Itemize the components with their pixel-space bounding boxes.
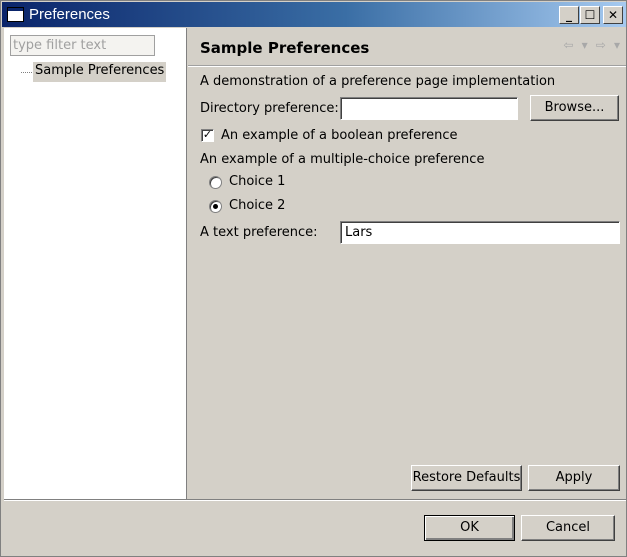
window-icon (7, 7, 24, 22)
forward-menu-icon[interactable]: ▾ (614, 38, 620, 52)
title-bar[interactable]: Preferences _ ☐ ✕ (2, 2, 626, 27)
multiple-choice-label: An example of a multiple-choice preferen… (200, 152, 485, 167)
boolean-label: An example of a boolean preference (221, 128, 458, 143)
choice-1-label: Choice 1 (229, 174, 286, 189)
back-arrow-icon[interactable]: ⇦ (563, 38, 573, 52)
close-button[interactable]: ✕ (603, 6, 623, 24)
apply-button[interactable]: Apply (528, 465, 620, 491)
page-description: A demonstration of a preference page imp… (200, 74, 556, 89)
cancel-button[interactable]: Cancel (521, 515, 615, 541)
browse-button[interactable]: Browse... (530, 95, 619, 121)
tree-item-sample-preferences[interactable]: Sample Preferences (33, 62, 167, 82)
minimize-button[interactable]: _ (559, 6, 579, 24)
choice-1-radio[interactable] (209, 176, 222, 189)
ok-button[interactable]: OK (424, 515, 515, 541)
choice-2-radio[interactable] (209, 200, 222, 213)
directory-field[interactable] (340, 97, 518, 120)
footer-separator (4, 499, 626, 501)
tree-item-label: Sample Preferences (35, 63, 165, 78)
page-title: Sample Preferences (200, 39, 370, 57)
title-separator (188, 65, 626, 67)
forward-arrow-icon[interactable]: ⇨ (596, 38, 606, 52)
text-preference-label: A text preference: (200, 225, 318, 240)
page-nav: ⇦ ▾ ⇨ ▾ (559, 38, 620, 52)
text-preference-field[interactable] (340, 221, 620, 244)
choice-2-label: Choice 2 (229, 198, 286, 213)
preference-tree-pane: Sample Preferences (4, 28, 187, 499)
boolean-checkbox[interactable]: ✓ (201, 129, 214, 142)
window-title: Preferences (29, 6, 110, 23)
restore-defaults-button[interactable]: Restore Defaults (411, 465, 522, 491)
directory-label: Directory preference: (200, 101, 339, 116)
preference-page: Sample Preferences ⇦ ▾ ⇨ ▾ A demonstrati… (188, 28, 626, 499)
preferences-dialog: Preferences _ ☐ ✕ Sample Preferences Sam… (0, 0, 627, 557)
tree-connector (21, 72, 32, 73)
maximize-button[interactable]: ☐ (580, 6, 600, 24)
back-menu-icon[interactable]: ▾ (582, 38, 588, 52)
filter-input[interactable] (10, 35, 155, 56)
